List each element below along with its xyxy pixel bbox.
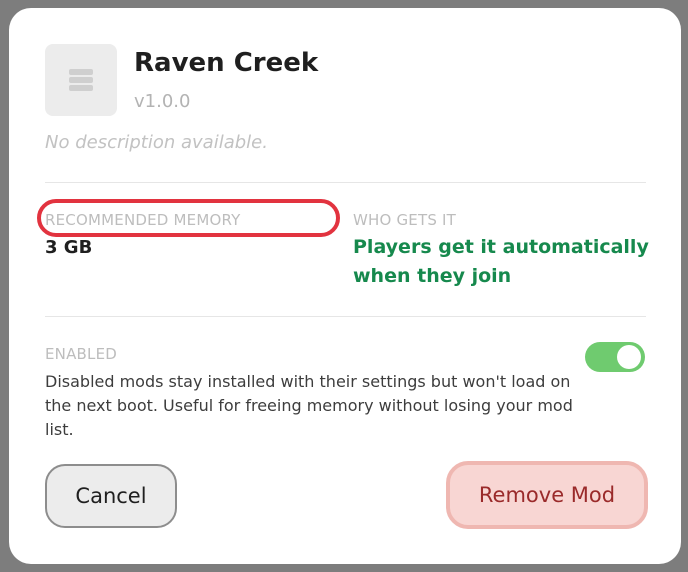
- mod-details-dialog: Raven Creek v1.0.0 No description availa…: [9, 8, 681, 564]
- enabled-description: Disabled mods stay installed with their …: [45, 372, 573, 439]
- mod-version: v1.0.0: [134, 91, 191, 112]
- remove-mod-button[interactable]: Remove Mod: [446, 461, 648, 529]
- who-gets-it-label: WHO GETS IT: [353, 211, 457, 229]
- recommended-memory-value: 3 GB: [45, 237, 93, 258]
- who-gets-it-value: Players get it automatically when they j…: [353, 236, 649, 287]
- mod-description: No description available.: [45, 132, 268, 153]
- enabled-label: ENABLED: [45, 345, 118, 363]
- cancel-button[interactable]: Cancel: [45, 464, 177, 528]
- divider: [45, 316, 646, 317]
- layers-icon: [45, 44, 117, 116]
- recommended-memory-label: RECOMMENDED MEMORY: [45, 211, 241, 229]
- divider: [45, 182, 646, 183]
- mod-title: Raven Creek: [134, 48, 319, 78]
- enabled-toggle[interactable]: [585, 342, 645, 372]
- toggle-knob: [617, 345, 641, 369]
